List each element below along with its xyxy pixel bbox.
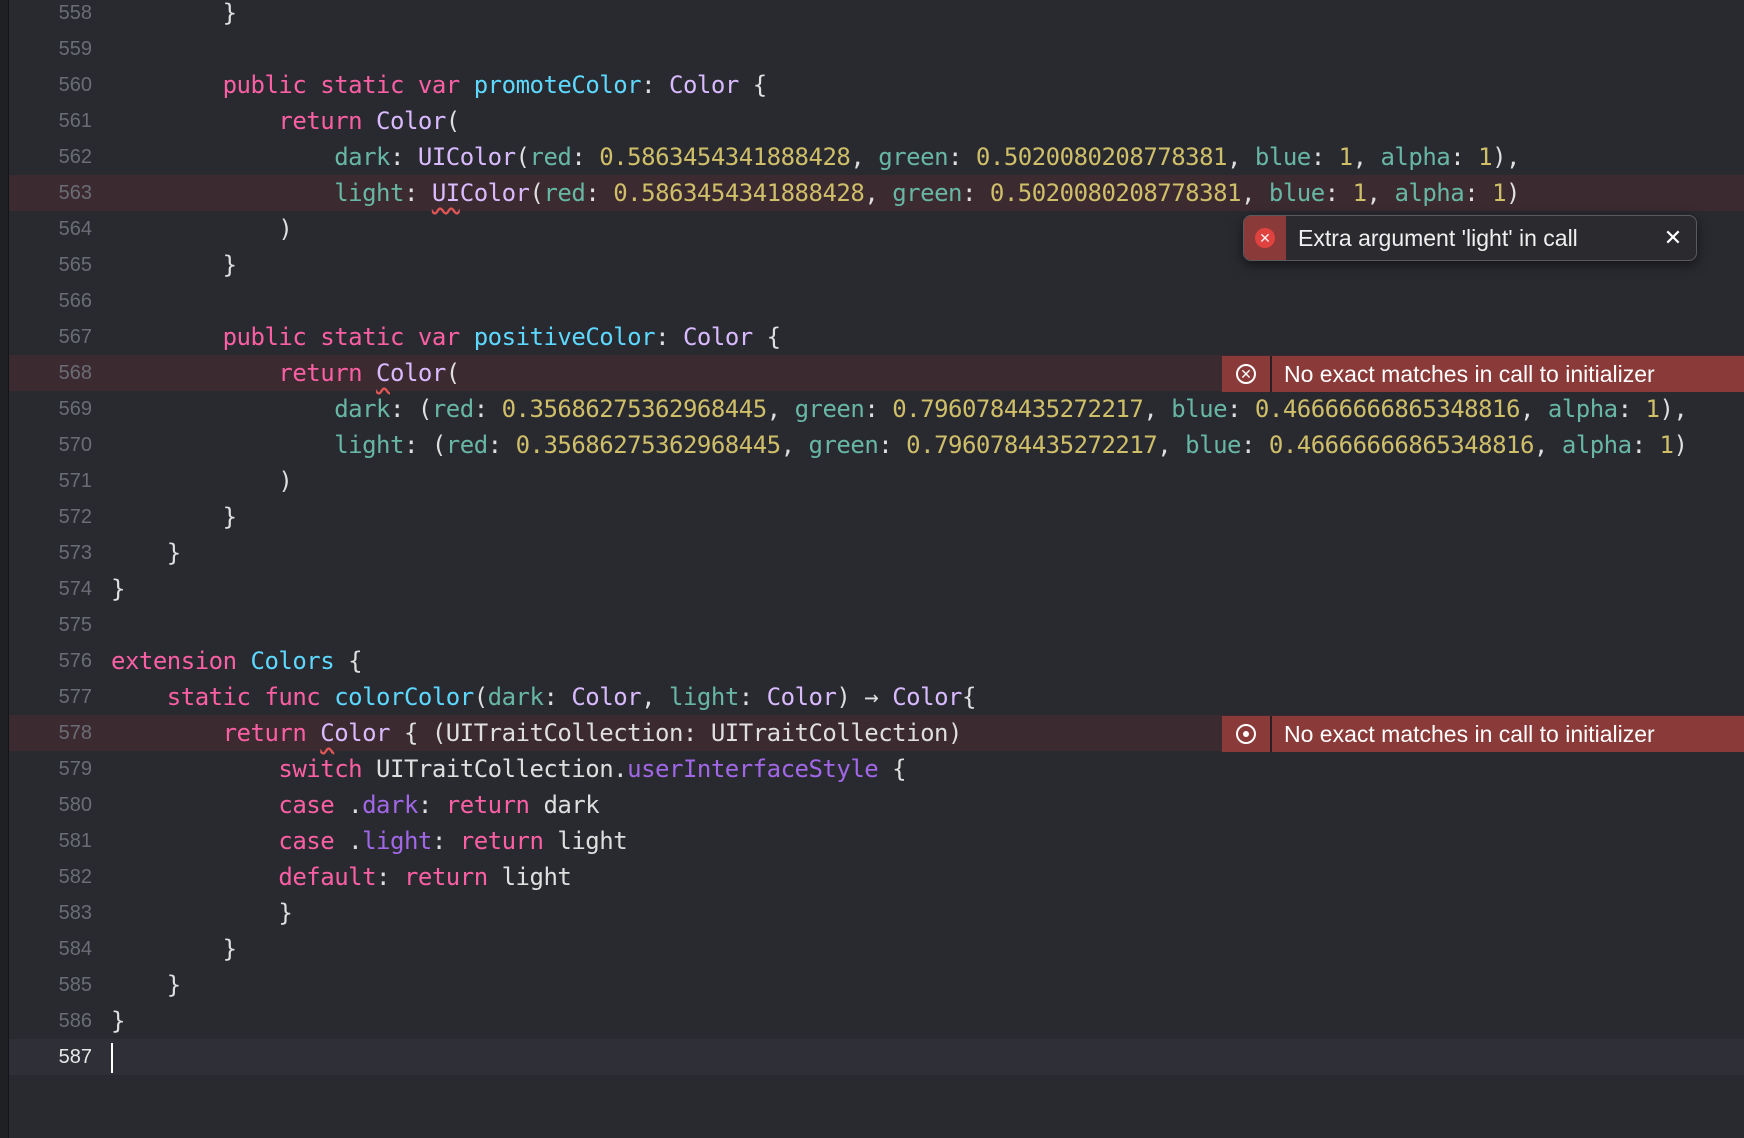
line-number: 581 [58, 830, 92, 852]
code-line-574[interactable]: 574} [9, 571, 1744, 607]
code-line-577[interactable]: 577 static func colorColor(dark: Color, … [9, 679, 1744, 715]
code-text[interactable]: return Color( [111, 355, 460, 391]
code-line-580[interactable]: 580 case .dark: return dark [9, 787, 1744, 823]
line-number: 584 [58, 938, 92, 960]
code-text[interactable]: default: return light [111, 859, 571, 895]
code-text[interactable]: extension Colors { [111, 643, 363, 679]
code-text[interactable]: dark: (red: 0.35686275362968445, green: … [111, 391, 1688, 427]
code-line-561[interactable]: 561 return Color( [9, 103, 1744, 139]
line-number: 574 [58, 578, 92, 600]
code-text[interactable]: } [111, 247, 237, 283]
error-popover[interactable]: ✕ Extra argument 'light' in call ✕ [1243, 215, 1697, 261]
error-banner-578[interactable]: No exact matches in call to initializer [1222, 716, 1744, 752]
code-text[interactable]: public static var positiveColor: Color { [111, 319, 782, 355]
error-banner-568[interactable]: ✕ No exact matches in call to initialize… [1222, 356, 1744, 392]
line-number: 563 [58, 182, 92, 204]
code-text[interactable]: light: UIColor(red: 0.5863454341888428, … [111, 175, 1520, 211]
line-number: 585 [58, 974, 92, 996]
code-text[interactable]: static func colorColor(dark: Color, ligh… [111, 679, 977, 715]
code-line-586[interactable]: 586} [9, 1003, 1744, 1039]
code-text[interactable]: dark: UIColor(red: 0.5863454341888428, g… [111, 139, 1520, 175]
editor-left-edge [0, 0, 9, 1138]
line-number: 572 [58, 506, 92, 528]
error-icon-container: ✕ [1244, 216, 1286, 260]
code-line-562[interactable]: 562 dark: UIColor(red: 0.586345434188842… [9, 139, 1744, 175]
code-text[interactable]: return Color { (UITraitCollection: UITra… [111, 715, 963, 751]
line-number: 568 [58, 362, 92, 384]
code-text[interactable]: ) [111, 463, 292, 499]
code-text[interactable]: ) [111, 211, 292, 247]
line-number: 578 [58, 722, 92, 744]
code-line-587[interactable]: 587 [9, 1039, 1744, 1075]
code-text[interactable]: public static var promoteColor: Color { [111, 67, 768, 103]
code-line-560[interactable]: 560 public static var promoteColor: Colo… [9, 67, 1744, 103]
code-line-563[interactable]: 563 light: UIColor(red: 0.58634543418884… [9, 175, 1744, 211]
code-text[interactable]: return Color( [111, 103, 460, 139]
code-text[interactable]: } [111, 499, 237, 535]
code-line-579[interactable]: 579 switch UITraitCollection.userInterfa… [9, 751, 1744, 787]
code-line-558[interactable]: 558 } [9, 0, 1744, 31]
code-text[interactable]: light: (red: 0.35686275362968445, green:… [111, 427, 1688, 463]
line-number: 573 [58, 542, 92, 564]
code-line-585[interactable]: 585 } [9, 967, 1744, 1003]
code-line-567[interactable]: 567 public static var positiveColor: Col… [9, 319, 1744, 355]
code-line-573[interactable]: 573 } [9, 535, 1744, 571]
error-banner-message: No exact matches in call to initializer [1284, 360, 1655, 387]
line-number: 583 [58, 902, 92, 924]
code-line-570[interactable]: 570 light: (red: 0.35686275362968445, gr… [9, 427, 1744, 463]
code-line-566[interactable]: 566 [9, 283, 1744, 319]
line-number: 582 [58, 866, 92, 888]
line-number: 567 [58, 326, 92, 348]
line-number: 575 [58, 614, 92, 636]
code-text[interactable]: } [111, 535, 181, 571]
line-number: 562 [58, 146, 92, 168]
code-text[interactable]: } [111, 931, 237, 967]
line-number: 569 [58, 398, 92, 420]
line-number: 564 [58, 218, 92, 240]
error-popover-message: Extra argument 'light' in call [1298, 224, 1578, 251]
error-dot-icon [1222, 716, 1272, 752]
line-number: 571 [58, 470, 92, 492]
line-number: 580 [58, 794, 92, 816]
code-line-572[interactable]: 572 } [9, 499, 1744, 535]
code-text[interactable]: } [111, 967, 181, 1003]
text-cursor [111, 1043, 113, 1073]
code-text[interactable]: case .light: return light [111, 823, 627, 859]
error-x-icon: ✕ [1255, 228, 1275, 248]
line-number: 559 [58, 38, 92, 60]
code-text[interactable]: } [111, 895, 292, 931]
code-text[interactable]: case .dark: return dark [111, 787, 599, 823]
code-text[interactable]: } [111, 571, 125, 607]
code-text[interactable]: switch UITraitCollection.userInterfaceSt… [111, 751, 906, 787]
line-number: 577 [58, 686, 92, 708]
line-number: 570 [58, 434, 92, 456]
code-line-575[interactable]: 575 [9, 607, 1744, 643]
code-text[interactable] [111, 1039, 113, 1075]
code-line-583[interactable]: 583 } [9, 895, 1744, 931]
code-line-584[interactable]: 584 } [9, 931, 1744, 967]
code-text[interactable]: } [111, 0, 237, 31]
code-line-571[interactable]: 571 ) [9, 463, 1744, 499]
error-banner-message: No exact matches in call to initializer [1284, 720, 1655, 747]
code-line-559[interactable]: 559 [9, 31, 1744, 67]
line-number: 579 [58, 758, 92, 780]
line-number: 561 [58, 110, 92, 132]
line-number: 565 [58, 254, 92, 276]
close-icon[interactable]: ✕ [1650, 225, 1696, 251]
code-text[interactable]: } [111, 1003, 125, 1039]
code-line-581[interactable]: 581 case .light: return light [9, 823, 1744, 859]
code-editor[interactable]: 558 } 559 560 public static var promoteCol… [0, 0, 1744, 1138]
line-number: 560 [58, 74, 92, 96]
line-number: 566 [58, 290, 92, 312]
line-number: 586 [58, 1010, 92, 1032]
line-number: 558 [58, 2, 92, 24]
error-x-icon: ✕ [1222, 356, 1272, 392]
code-line-576[interactable]: 576 extension Colors { [9, 643, 1744, 679]
line-number: 576 [58, 650, 92, 672]
code-line-582[interactable]: 582 default: return light [9, 859, 1744, 895]
line-number: 587 [58, 1046, 92, 1068]
code-line-569[interactable]: 569 dark: (red: 0.35686275362968445, gre… [9, 391, 1744, 427]
